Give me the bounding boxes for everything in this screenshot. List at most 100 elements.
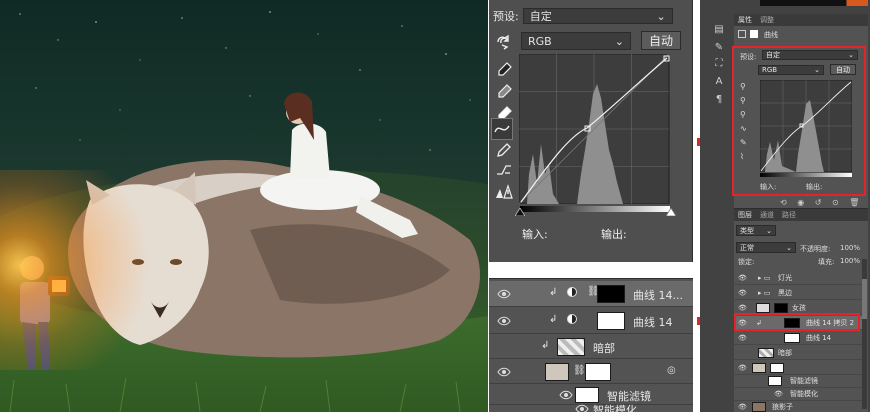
eye-icon[interactable] bbox=[559, 390, 573, 400]
preset-dropdown[interactable]: 自定 ⌄ bbox=[522, 8, 673, 24]
eye-icon[interactable]: 👁 bbox=[774, 390, 783, 398]
curve-point-icon[interactable] bbox=[491, 118, 513, 140]
layers-panel: 图层 通道 路径 类型 ⌄ 正常 ⌄ 不透明度: 100% 锁定: 填充: 100%… bbox=[734, 208, 868, 412]
props-title: 曲线 bbox=[764, 31, 778, 39]
layer-row[interactable]: 👁 狼影子 bbox=[734, 400, 862, 412]
layer-row[interactable]: ↲ 曲线 14 bbox=[489, 308, 693, 334]
layer-name: 女孩 bbox=[792, 303, 806, 312]
panel-footer bbox=[489, 262, 693, 270]
filter-kind-dropdown[interactable]: 类型 ⌄ bbox=[736, 225, 776, 236]
mask-thumbnail bbox=[774, 303, 788, 313]
tab-paths[interactable]: 路径 bbox=[782, 210, 796, 220]
white-point-slider[interactable] bbox=[666, 208, 676, 216]
clip-arrow-icon: ↲ bbox=[541, 340, 550, 351]
eye-icon[interactable] bbox=[497, 289, 511, 299]
eyedropper-gray-icon[interactable] bbox=[493, 82, 515, 102]
gradient-bar bbox=[520, 206, 670, 212]
pencil-icon[interactable] bbox=[493, 140, 515, 160]
layer-row[interactable]: 👁 bbox=[734, 361, 862, 375]
layer-name: 暗部 bbox=[778, 348, 792, 357]
layer-name: 曲线 14... bbox=[633, 289, 683, 302]
smooth-curve-icon[interactable] bbox=[493, 160, 515, 180]
layers-list: ↲ ⛓ 曲线 14... ↲ 曲线 14 ↲ 暗部 ⛓ ◎ 智能滤镜 智能模化 bbox=[489, 278, 693, 412]
adjustment-icon bbox=[567, 314, 577, 324]
fill-label: 填充: bbox=[818, 258, 835, 266]
opacity-label: 不透明度: bbox=[800, 245, 831, 253]
folder-icon: ▸ ▭ bbox=[758, 288, 771, 297]
eye-icon[interactable]: 👁 bbox=[738, 274, 747, 282]
auto-button[interactable]: 自动 bbox=[641, 31, 681, 50]
mask-thumbnail bbox=[770, 363, 784, 373]
character-icon[interactable]: A bbox=[711, 74, 727, 88]
output-label: 输出: bbox=[601, 228, 627, 241]
lantern-glow bbox=[0, 170, 180, 370]
layer-thumbnail bbox=[756, 303, 770, 313]
layer-row[interactable]: 智能滤镜 bbox=[489, 385, 693, 405]
eye-icon[interactable] bbox=[497, 316, 511, 326]
curve-graph[interactable] bbox=[519, 54, 671, 204]
layer-row[interactable]: 智能滤镜 bbox=[734, 374, 862, 388]
layer-row[interactable]: 暗部 bbox=[734, 346, 862, 360]
brush-icon[interactable]: ✎ bbox=[711, 40, 727, 54]
tab-adjustments[interactable]: 调整 bbox=[760, 15, 774, 25]
layers-scrollbar[interactable] bbox=[862, 259, 867, 409]
paragraph-icon[interactable]: ¶ bbox=[711, 92, 727, 106]
opacity-value[interactable]: 100% bbox=[840, 244, 860, 252]
layer-row[interactable]: 👁 ▸ ▭ 灯光 bbox=[734, 271, 862, 285]
eye-icon[interactable]: 👁 bbox=[738, 289, 747, 297]
black-point-slider[interactable] bbox=[515, 208, 525, 216]
props-footer-icons: ⟲ ◉ ↺ ⊙ 🗑 bbox=[780, 198, 864, 207]
layer-row[interactable]: 👁 ▸ ▭ 黑边 bbox=[734, 286, 862, 300]
lock-label: 锁定: bbox=[738, 258, 755, 266]
chain-link-icon: ⛓ bbox=[573, 365, 586, 376]
eye-icon[interactable]: 👁 bbox=[738, 364, 747, 372]
tab-properties[interactable]: 属性 bbox=[738, 15, 752, 25]
mask-thumbnail bbox=[597, 285, 625, 303]
target-adjust-icon[interactable] bbox=[493, 32, 515, 52]
clip-arrow-icon: ↲ bbox=[549, 314, 558, 325]
clip-arrow-icon: ↲ bbox=[549, 287, 558, 298]
channel-dropdown[interactable]: RGB ⌄ bbox=[521, 32, 631, 50]
folder-icon: ▸ ▭ bbox=[758, 273, 771, 282]
clone-icon[interactable]: ⛶ bbox=[711, 56, 727, 70]
adjustment-icon bbox=[567, 287, 577, 297]
eye-icon[interactable] bbox=[497, 367, 511, 377]
curves-adjust-icon bbox=[738, 30, 746, 38]
layer-thumbnail bbox=[758, 348, 774, 358]
highlight-box bbox=[732, 46, 866, 196]
chevron-down-icon: ⌄ bbox=[656, 9, 666, 23]
eyedropper-black-icon[interactable] bbox=[493, 60, 515, 80]
mask-thumbnail bbox=[597, 312, 625, 330]
layer-row[interactable]: ⛓ ◎ bbox=[489, 360, 693, 384]
layer-thumbnail bbox=[752, 363, 766, 373]
mask-thumbnail bbox=[784, 333, 800, 343]
chevron-down-icon: ⌄ bbox=[766, 226, 772, 235]
blend-mode-dropdown[interactable]: 正常 ⌄ bbox=[736, 242, 796, 253]
layer-name: 灯光 bbox=[778, 273, 792, 282]
layer-name: 狼影子 bbox=[772, 402, 793, 411]
layer-row[interactable]: ↲ 暗部 bbox=[489, 335, 693, 359]
color-swatch-strip bbox=[760, 0, 868, 6]
eye-icon[interactable]: 👁 bbox=[738, 304, 747, 312]
highlight-box bbox=[734, 313, 860, 331]
layer-row[interactable]: ↲ ⛓ 曲线 14... bbox=[489, 281, 693, 307]
history-icon[interactable]: ▤ bbox=[711, 22, 727, 36]
preset-value: 自定 bbox=[529, 10, 552, 23]
eye-icon[interactable] bbox=[575, 404, 589, 412]
fill-value[interactable]: 100% bbox=[840, 257, 860, 265]
layer-row[interactable]: 👁 曲线 14 bbox=[734, 331, 862, 345]
filter-kind-value: 类型 bbox=[740, 226, 754, 235]
layer-row[interactable]: 👁 智能模化 bbox=[734, 387, 862, 401]
eye-icon[interactable]: 👁 bbox=[738, 403, 747, 411]
tab-channels[interactable]: 通道 bbox=[760, 210, 774, 220]
layer-row[interactable]: 智能模化 bbox=[489, 403, 693, 412]
layer-thumbnail bbox=[752, 402, 766, 412]
layer-name: 智能模化 bbox=[790, 389, 818, 398]
chevron-down-icon: ⌄ bbox=[614, 34, 624, 48]
layer-name: 曲线 14 bbox=[633, 316, 673, 329]
artwork-canvas bbox=[0, 0, 488, 412]
layer-name: 暗部 bbox=[593, 342, 615, 355]
eye-icon[interactable]: 👁 bbox=[738, 334, 747, 342]
clipping-warning-icon[interactable] bbox=[493, 182, 515, 202]
tab-layers[interactable]: 图层 bbox=[738, 210, 752, 220]
